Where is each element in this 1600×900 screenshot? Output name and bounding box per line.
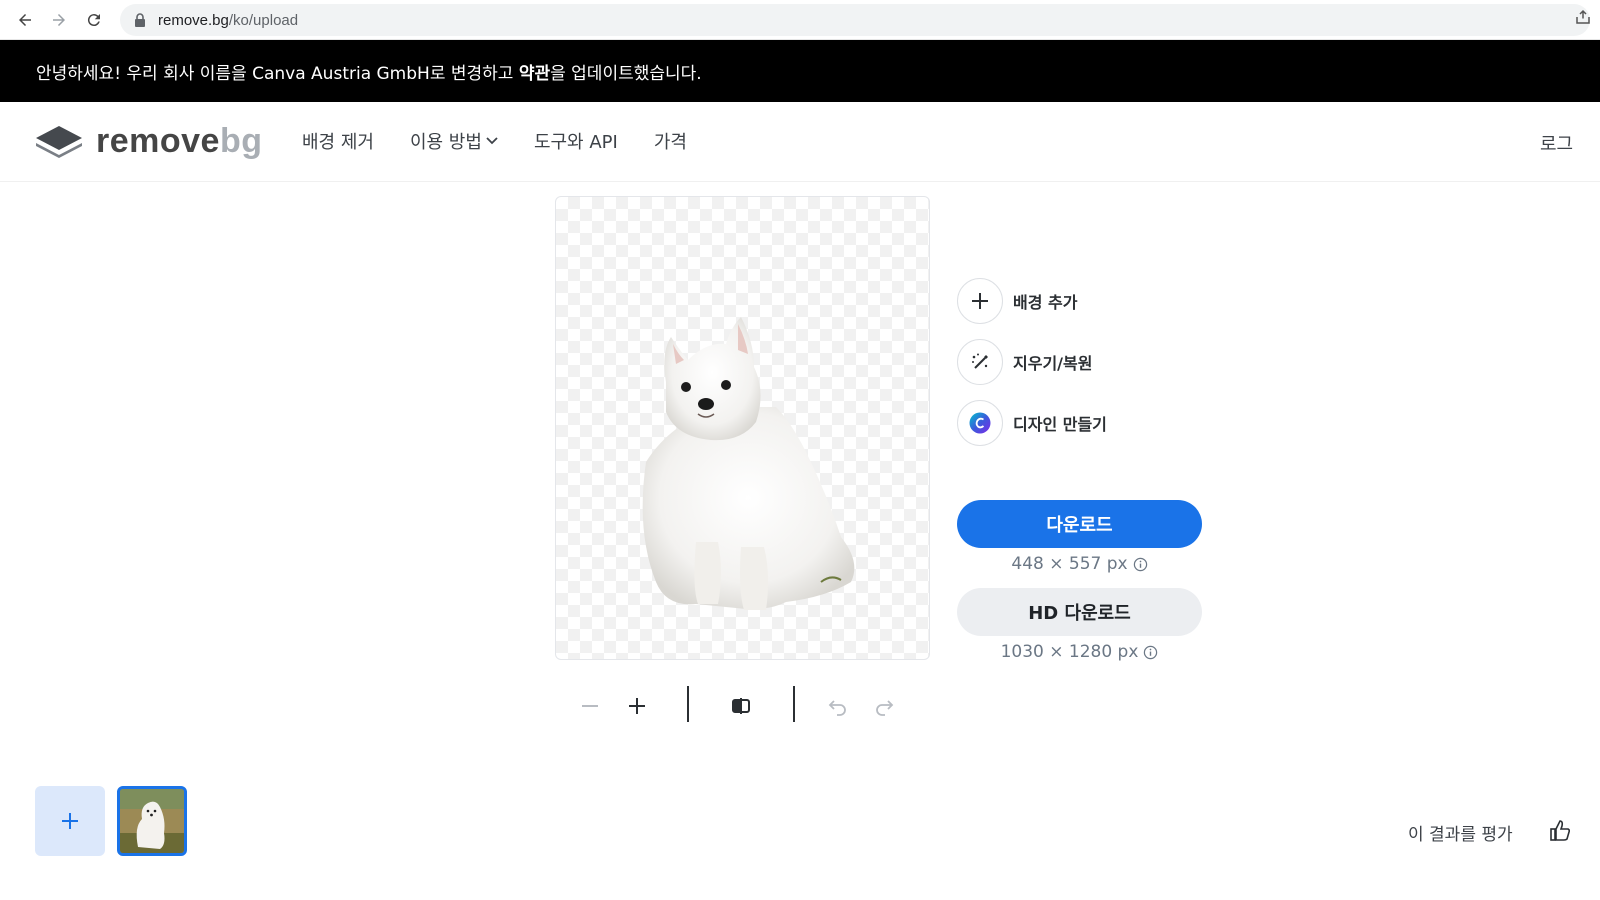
terms-link[interactable]: 약관: [519, 64, 550, 84]
image-preview: [555, 196, 930, 660]
share-icon[interactable]: [1574, 8, 1592, 26]
zoom-in-button[interactable]: [623, 692, 651, 720]
nav-label: 가격: [653, 132, 687, 153]
redo-button[interactable]: [870, 692, 898, 720]
erase-restore-action[interactable]: 지우기/복원: [957, 339, 1092, 385]
site-header: removebg 배경 제거 이용 방법 도구와 API 가격 로그: [0, 102, 1600, 182]
layers-logo-icon: [36, 125, 82, 158]
add-background-button[interactable]: [957, 278, 1003, 324]
announcement-part1: 안녕하세요! 우리 회사 이름을 Canva Austria GmbH로 변경하…: [36, 63, 519, 84]
erase-restore-button[interactable]: [957, 339, 1003, 385]
compare-icon: [732, 698, 750, 714]
main-nav: 배경 제거 이용 방법 도구와 API 가격: [302, 128, 723, 154]
toolbar-divider: [793, 686, 795, 722]
zoom-out-button[interactable]: [576, 692, 604, 720]
download-button[interactable]: 다운로드: [957, 500, 1202, 548]
download-size-text: 448 × 557 px: [1011, 554, 1128, 574]
announcement-part2: 을 업데이트했습니다.: [550, 63, 702, 84]
url-host: remove.bg: [158, 11, 229, 29]
create-design-label: 디자인 만들기: [1013, 415, 1107, 434]
announcement-bar: 안녕하세요! 우리 회사 이름을 Canva Austria GmbH로 변경하…: [0, 40, 1600, 102]
download-size-info: 448 × 557 px: [957, 554, 1202, 574]
toolbar-divider: [687, 686, 689, 722]
undo-button[interactable]: [824, 692, 852, 720]
logo-text-secondary: bg: [219, 122, 263, 160]
result-image: [642, 317, 855, 610]
logo-text: removebg: [96, 122, 263, 161]
plus-icon: [62, 813, 78, 829]
chevron-down-icon: [486, 137, 498, 145]
logo[interactable]: removebg: [34, 122, 263, 161]
hd-download-button[interactable]: HD 다운로드: [957, 588, 1202, 636]
logo-text-primary: remove: [96, 122, 220, 160]
login-link[interactable]: 로그: [1540, 130, 1573, 156]
create-design-action[interactable]: 디자인 만들기: [957, 400, 1107, 446]
announcement-text: 안녕하세요! 우리 회사 이름을 Canva Austria GmbH로 변경하…: [36, 59, 702, 84]
thumbs-up-icon[interactable]: [1550, 818, 1570, 842]
nav-label: 이용 방법: [409, 132, 482, 153]
info-icon[interactable]: [1133, 557, 1148, 572]
undo-icon: [828, 700, 846, 716]
add-background-action[interactable]: 배경 추가: [957, 278, 1077, 324]
back-button[interactable]: [8, 3, 42, 37]
create-design-button[interactable]: [957, 400, 1003, 446]
plus-icon: [972, 293, 988, 309]
reload-icon: [87, 14, 100, 27]
info-icon[interactable]: [1143, 645, 1158, 660]
arrow-left-icon: [19, 14, 31, 26]
reload-button[interactable]: [77, 3, 111, 37]
add-image-button[interactable]: [35, 786, 105, 856]
nav-remove-background[interactable]: 배경 제거: [302, 128, 374, 154]
redo-icon: [876, 700, 894, 716]
canva-icon: [969, 412, 991, 434]
nav-tools-api[interactable]: 도구와 API: [534, 128, 618, 154]
erase-restore-label: 지우기/복원: [1013, 354, 1093, 373]
url-text: remove.bg/ko/upload: [158, 12, 298, 29]
nav-pricing[interactable]: 가격: [654, 128, 687, 154]
nav-label: 배경 제거: [302, 132, 374, 153]
lock-icon: [135, 13, 145, 27]
rate-result-label: 이 결과를 평가: [1408, 825, 1513, 845]
hd-download-size-info: 1030 × 1280 px: [957, 642, 1202, 662]
add-background-label: 배경 추가: [1013, 293, 1078, 312]
url-path: /ko/upload: [228, 11, 299, 29]
arrow-right-icon: [53, 14, 65, 26]
compare-button[interactable]: [727, 692, 755, 720]
nav-label: 도구와 API: [533, 132, 618, 153]
hd-download-size-text: 1030 × 1280 px: [1000, 642, 1139, 662]
plus-icon: [629, 698, 645, 714]
image-thumbnail[interactable]: [117, 786, 187, 856]
image-toolbar: [570, 686, 910, 726]
browser-toolbar: remove.bg/ko/upload: [0, 0, 1600, 40]
nav-how-to-use[interactable]: 이용 방법: [410, 128, 498, 154]
minus-icon: [582, 705, 598, 707]
address-bar[interactable]: remove.bg/ko/upload: [120, 4, 1590, 36]
magic-brush-icon: [972, 353, 988, 369]
dog-thumbnail-image: [120, 789, 184, 853]
forward-button[interactable]: [42, 3, 76, 37]
